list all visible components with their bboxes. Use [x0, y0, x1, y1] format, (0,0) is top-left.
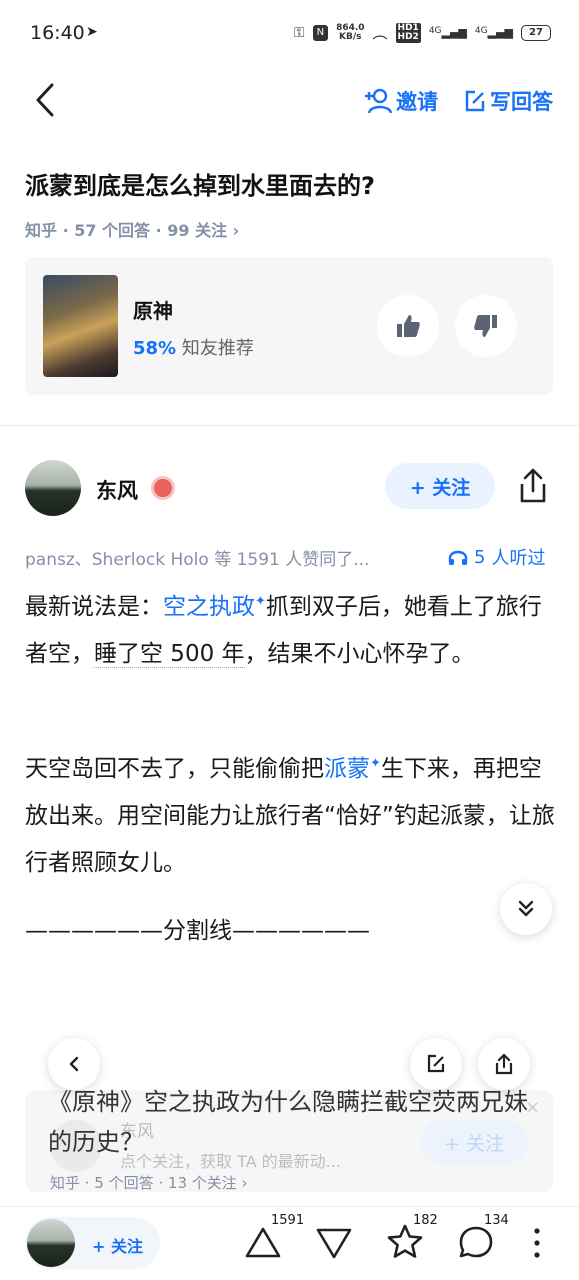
- key-icon: ⚿: [293, 24, 305, 41]
- more-vertical-icon: [534, 1228, 540, 1258]
- author-name[interactable]: 东风: [96, 475, 138, 505]
- share-icon: [495, 1053, 513, 1075]
- annotated-phrase[interactable]: 睡了空 500 年: [94, 641, 245, 668]
- bottom-author-avatar[interactable]: [27, 1219, 75, 1267]
- paragraph-2-text-a: 天空岛回不去了，只能偷偷把: [25, 756, 324, 782]
- triangle-down-icon: [316, 1228, 352, 1259]
- topic-card[interactable]: 原神 58% 知友推荐: [25, 257, 553, 395]
- downvote-button[interactable]: [314, 1222, 354, 1262]
- headphones-icon: [448, 550, 468, 565]
- recommend-text: 知友推荐: [176, 338, 254, 359]
- author-avatar[interactable]: [25, 460, 81, 516]
- listen-count[interactable]: 5 人听过: [448, 544, 545, 570]
- thumbs-down-icon: [474, 315, 497, 337]
- follow-button[interactable]: + 关注: [385, 463, 495, 509]
- share-icon: [520, 468, 546, 503]
- chevron-left-icon: [69, 1056, 79, 1072]
- add-user-icon: [365, 88, 392, 114]
- hd-indicator: HD1 HD2: [395, 22, 421, 43]
- network-speed: 864.0 KB/s: [336, 23, 364, 42]
- link-paimon[interactable]: 派蒙: [324, 756, 370, 782]
- game-cover-image: [43, 275, 118, 377]
- nfc-icon: N: [312, 24, 329, 41]
- back-button[interactable]: [30, 80, 62, 120]
- next-question-meta: 知乎 · 5 个回答 · 13 个关注 ›: [50, 1174, 248, 1192]
- float-share-button[interactable]: [478, 1038, 530, 1090]
- paragraph-1-text-c: ，结果不小心怀孕了。: [244, 641, 475, 667]
- upvote-count: 1591: [271, 1213, 305, 1228]
- chevron-left-icon: [36, 83, 54, 117]
- question-title[interactable]: 派蒙到底是怎么掉到水里面去的?: [25, 166, 375, 201]
- prev-answer-button[interactable]: [48, 1038, 100, 1090]
- edit-icon: [465, 90, 485, 112]
- listen-count-value: 5: [474, 546, 486, 568]
- network-type-1: 4G: [428, 26, 442, 36]
- wifi-icon: ︵: [372, 24, 388, 42]
- signal-icon-1: 4G▂▄▆: [428, 26, 467, 39]
- invite-button[interactable]: 邀请: [364, 86, 438, 116]
- double-chevron-down-icon: [518, 900, 534, 917]
- float-edit-button[interactable]: [410, 1038, 462, 1090]
- question-meta[interactable]: 知乎 · 57 个回答 · 99 关注 ›: [25, 217, 239, 241]
- sparkle-icon: ✦: [255, 594, 266, 609]
- status-icons: ⚿ N 864.0 KB/s ︵ HD1 HD2 4G▂▄▆ 4G▂▄▆ 27: [294, 22, 551, 43]
- author-badge-icon: [151, 476, 175, 500]
- section-divider: [0, 425, 579, 426]
- triangle-up-icon: [245, 1227, 281, 1258]
- answer-paragraph-2: 天空岛回不去了，只能偷偷把派蒙✦生下来，再把空放出来。用空间能力让旅行者“恰好”…: [25, 746, 555, 887]
- hd2-label: HD2: [397, 31, 419, 42]
- topic-recommend: 58% 知友推荐: [133, 334, 254, 360]
- network-speed-unit: KB/s: [339, 31, 362, 42]
- favorite-button[interactable]: [385, 1222, 425, 1262]
- invite-label: 邀请: [396, 90, 438, 114]
- edit-icon: [427, 1054, 445, 1073]
- topic-name: 原神: [133, 299, 173, 323]
- thumbs-up-button[interactable]: [377, 295, 439, 357]
- network-type-2: 4G: [474, 26, 488, 36]
- thumbs-up-icon: [397, 315, 420, 337]
- signal-icon-2: 4G▂▄▆: [474, 26, 513, 39]
- comment-count: 134: [484, 1213, 509, 1228]
- likers-summary[interactable]: pansz、Sherlock Holo 等 1591 人赞同了...: [25, 545, 370, 570]
- upvote-button[interactable]: [243, 1222, 283, 1262]
- paragraph-1-text-a: 最新说法是：: [25, 594, 163, 620]
- comment-button[interactable]: [456, 1222, 496, 1262]
- next-question-title[interactable]: 《原神》空之执政为什么隐瞒拦截空荧两兄妹的历史？: [48, 1082, 528, 1162]
- listen-count-text: 人听过: [491, 548, 546, 569]
- more-options-button[interactable]: [527, 1226, 547, 1260]
- write-answer-button[interactable]: 写回答: [464, 86, 553, 116]
- sparkle-icon: ✦: [370, 756, 381, 771]
- status-time: 16:40: [30, 22, 85, 44]
- answer-paragraph-1: 最新说法是：空之执政✦抓到双子后，她看上了旅行者空，睡了空 500 年，结果不小…: [25, 584, 555, 678]
- status-bar: 16:40 ➤ ⚿ N 864.0 KB/s ︵ HD1 HD2 4G▂▄▆ 4…: [0, 0, 579, 68]
- star-icon: [387, 1224, 423, 1258]
- share-button[interactable]: [515, 467, 551, 505]
- location-arrow-icon: ➤: [86, 24, 98, 40]
- favorite-count: 182: [413, 1213, 438, 1228]
- answer-separator-line: ——————分割线——————: [25, 918, 370, 944]
- battery-icon: 27: [521, 24, 551, 41]
- write-answer-label: 写回答: [490, 90, 553, 114]
- expand-button[interactable]: [500, 883, 552, 935]
- bottom-follow-button[interactable]: + 关注: [92, 1233, 143, 1257]
- comment-icon: [459, 1226, 493, 1258]
- link-kongzhi-zhizheng[interactable]: 空之执政: [163, 594, 255, 620]
- recommend-percent: 58%: [133, 338, 177, 359]
- thumbs-down-button[interactable]: [455, 295, 517, 357]
